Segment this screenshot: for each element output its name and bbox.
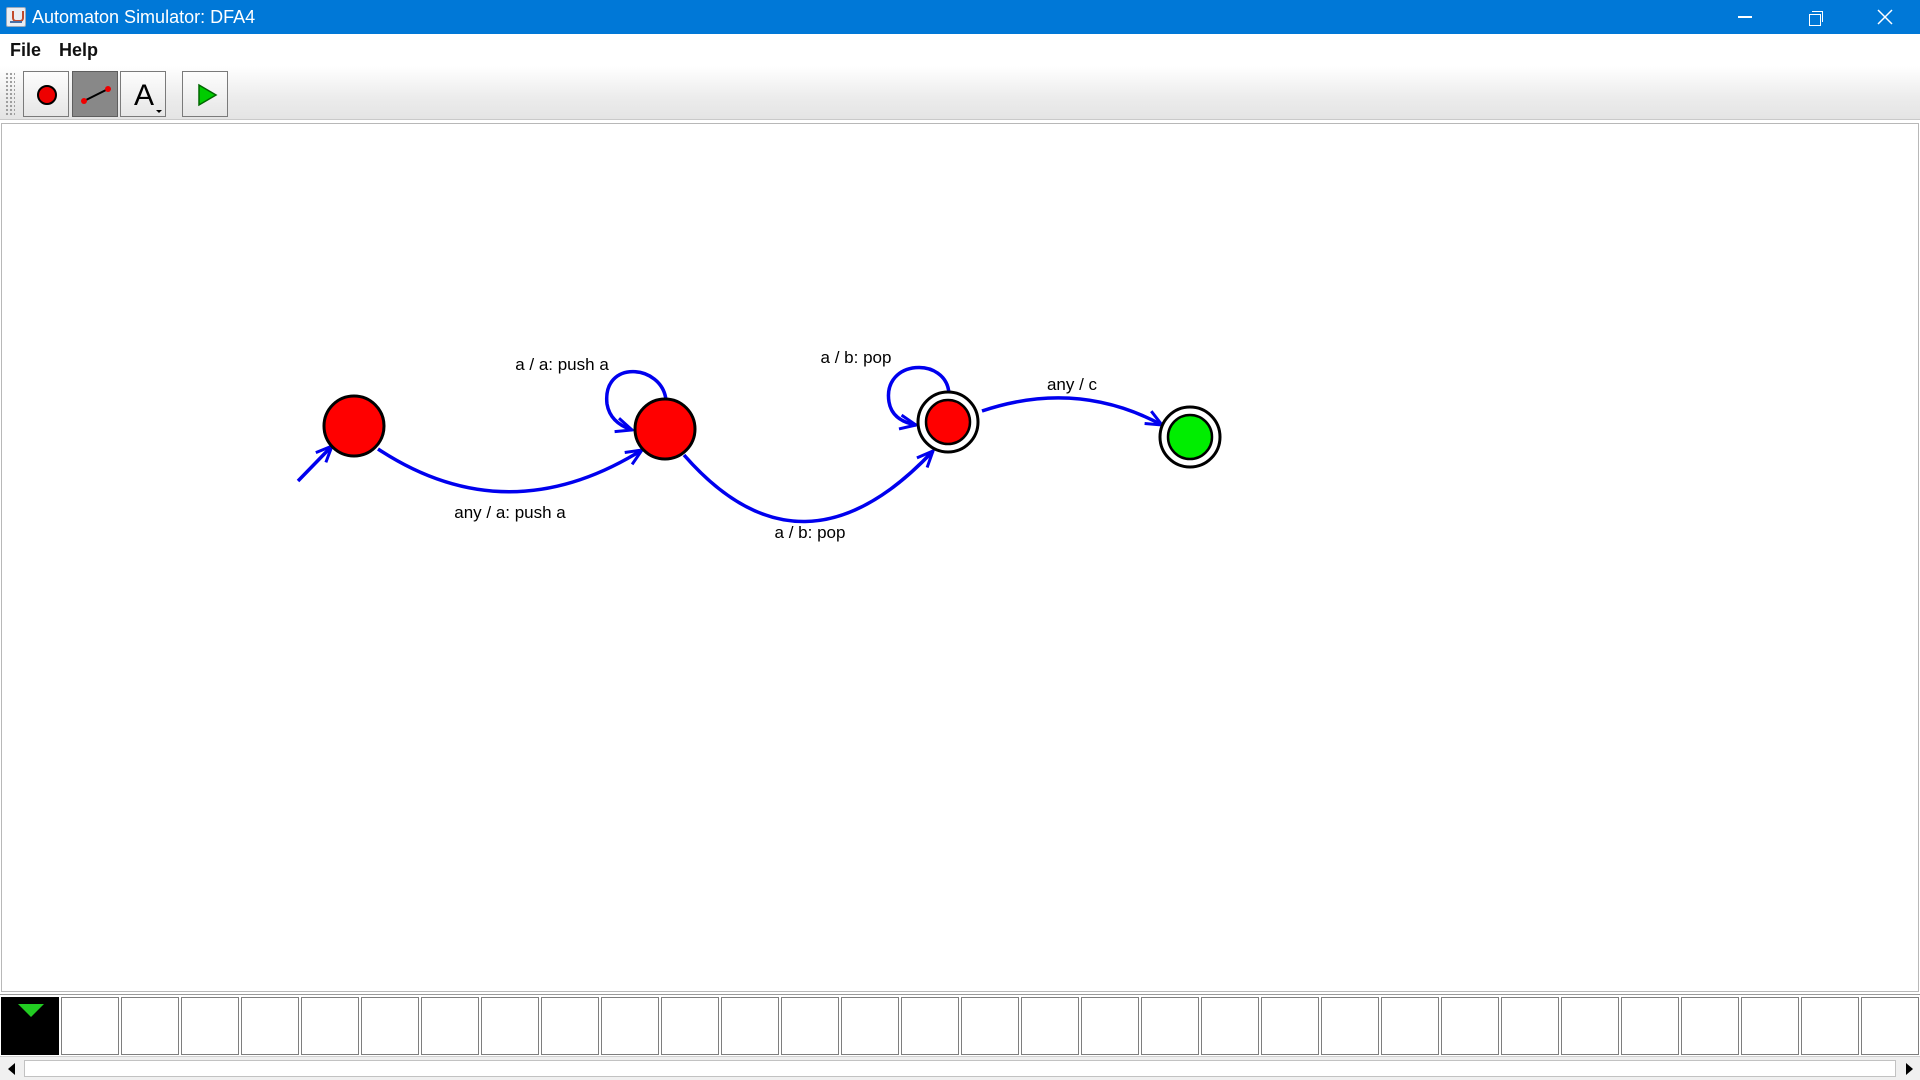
state-q2[interactable] [916,390,980,454]
label-q1-q2[interactable]: a / b: pop [775,523,846,542]
tape-cell[interactable] [301,997,359,1055]
menu-file[interactable]: File [8,34,43,66]
tape-cell[interactable] [1321,997,1379,1055]
text-A-icon: A [134,79,162,113]
label-q2-q3[interactable]: any / c [1047,375,1098,394]
tape-cell[interactable] [1561,997,1619,1055]
horizontal-scrollbar[interactable] [0,1056,1920,1080]
restore-icon [1808,10,1823,26]
text-tool-label: A [134,79,154,112]
tape-cell[interactable] [1021,997,1079,1055]
state-q1[interactable] [633,397,697,461]
automaton-canvas[interactable]: any / a: push a a / a: push a a / b: pop… [1,123,1919,992]
tape-cell[interactable] [1861,997,1919,1055]
tape-cell[interactable] [1381,997,1439,1055]
tape-cell[interactable] [1681,997,1739,1055]
tape-cell[interactable] [961,997,1019,1055]
label-q2-loop[interactable]: a / b: pop [821,348,892,367]
state-q0[interactable] [322,394,386,458]
menu-bar: File Help [0,34,1920,66]
tape-cell[interactable] [361,997,419,1055]
transition-q0-q1[interactable] [377,447,642,494]
minimize-icon [1738,16,1752,18]
state-q3[interactable] [1158,405,1222,469]
restore-button[interactable] [1780,0,1850,34]
tape-cell[interactable] [601,997,659,1055]
transition-line-icon [81,86,111,104]
scrollbar-thumb[interactable] [24,1060,1896,1077]
transition-tool-button[interactable] [72,71,118,117]
title-bar: Automaton Simulator: DFA4 [0,0,1920,34]
app-window: Automaton Simulator: DFA4 File Help A an… [0,0,1920,1080]
close-button[interactable] [1850,0,1920,34]
tape-cell[interactable] [1261,997,1319,1055]
minimize-button[interactable] [1710,0,1780,34]
automaton-diagram: any / a: push a a / a: push a a / b: pop… [296,348,1222,542]
tape-cell[interactable] [181,997,239,1055]
tape-cell[interactable] [1621,997,1679,1055]
input-tape [0,994,1920,1056]
run-button[interactable] [182,71,228,117]
transition-q1-q2[interactable] [682,451,933,524]
tape-cell[interactable] [541,997,599,1055]
tape-cell[interactable] [661,997,719,1055]
toolbar: A [0,66,1920,120]
window-title: Automaton Simulator: DFA4 [32,7,256,27]
play-icon [198,83,218,107]
toolbar-grip[interactable] [5,72,15,116]
tape-cell[interactable] [61,997,119,1055]
scroll-right-button[interactable] [1898,1057,1920,1080]
tape-cell[interactable] [721,997,779,1055]
tape-cell[interactable] [1801,997,1859,1055]
tape-cell[interactable] [901,997,959,1055]
tape-cell[interactable] [121,997,179,1055]
label-q0-q1[interactable]: any / a: push a [454,503,566,522]
arrow-left-icon [7,1062,15,1075]
tape-cell[interactable] [1201,997,1259,1055]
close-icon [1877,9,1893,25]
transition-q2-q3[interactable] [981,396,1162,425]
java-app-icon [6,7,26,27]
tape-cell[interactable] [421,997,479,1055]
text-tool-button[interactable]: A [120,71,166,117]
state-tool-button[interactable] [23,71,69,117]
tape-cell[interactable] [1501,997,1559,1055]
menu-help[interactable]: Help [57,34,100,66]
tape-cell[interactable] [781,997,839,1055]
label-q1-loop[interactable]: a / a: push a [515,355,609,374]
tape-cell[interactable] [841,997,899,1055]
tape-cell[interactable] [1081,997,1139,1055]
tape-cell[interactable] [1741,997,1799,1055]
tape-cell[interactable] [1141,997,1199,1055]
state-circle-icon [37,85,57,105]
tape-cell-head[interactable] [1,997,59,1055]
tape-cell[interactable] [241,997,299,1055]
arrow-right-icon [1905,1062,1913,1075]
scroll-left-button[interactable] [0,1057,22,1080]
tape-cell[interactable] [1441,997,1499,1055]
tape-cell[interactable] [481,997,539,1055]
initial-arrow[interactable] [296,446,332,483]
